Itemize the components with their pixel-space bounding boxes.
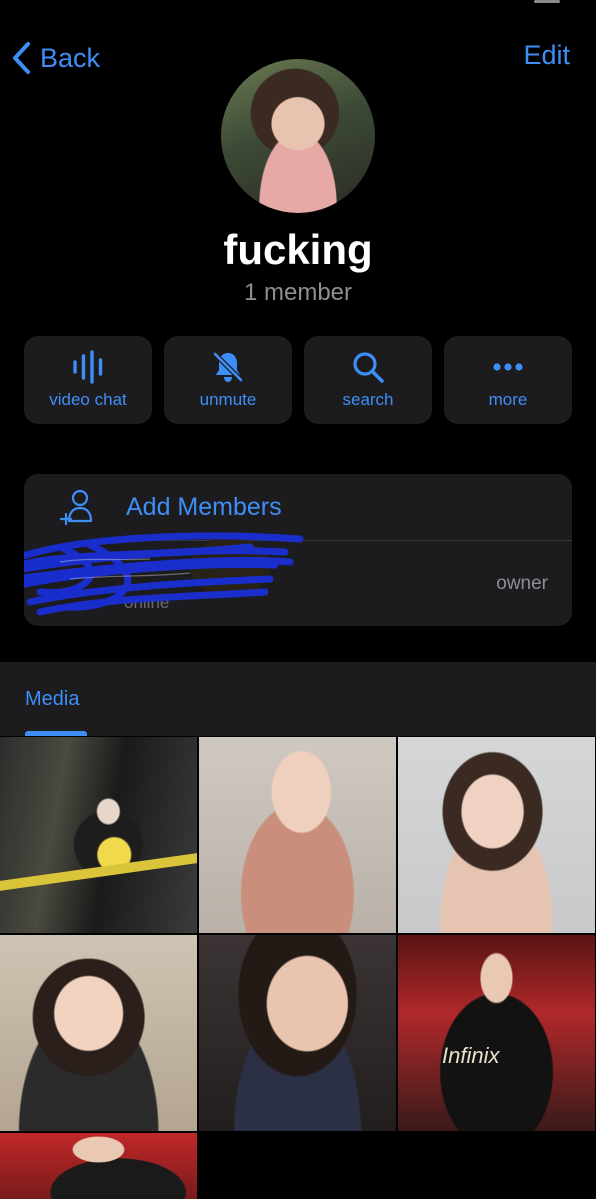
members-card: Add Members online owner bbox=[24, 474, 572, 626]
tab-media[interactable]: Media bbox=[25, 688, 79, 711]
video-chat-label: video chat bbox=[49, 390, 127, 409]
more-button[interactable]: more bbox=[444, 336, 572, 424]
unmute-button[interactable]: unmute bbox=[164, 336, 292, 424]
media-thumbnail[interactable] bbox=[398, 737, 595, 933]
redaction-scribble bbox=[24, 532, 304, 616]
media-thumbnail[interactable] bbox=[199, 935, 396, 1131]
search-icon bbox=[353, 352, 384, 383]
waveform-icon bbox=[73, 350, 103, 384]
jersey-logo-text: Infinix bbox=[442, 1043, 500, 1068]
action-buttons: video chat unmute search more bbox=[24, 336, 572, 424]
media-thumbnail[interactable] bbox=[0, 935, 197, 1131]
bell-slash-icon bbox=[213, 352, 243, 382]
tab-indicator bbox=[25, 731, 87, 736]
media-tab-bar: Media bbox=[0, 662, 596, 736]
member-role: owner bbox=[496, 573, 548, 594]
search-button[interactable]: search bbox=[304, 336, 432, 424]
unmute-label: unmute bbox=[199, 390, 257, 409]
group-title: fucking bbox=[223, 226, 373, 273]
edit-button[interactable]: Edit bbox=[523, 40, 570, 71]
media-thumbnail[interactable] bbox=[0, 1133, 197, 1199]
chevron-left-icon bbox=[13, 42, 30, 74]
status-bar-indicator bbox=[534, 0, 560, 3]
search-label: search bbox=[342, 390, 394, 409]
member-count: 1 member bbox=[243, 279, 353, 306]
media-thumbnail[interactable] bbox=[0, 737, 197, 933]
member-row[interactable]: online owner bbox=[24, 532, 572, 626]
media-thumbnail[interactable]: Infinix bbox=[398, 935, 595, 1131]
group-avatar[interactable] bbox=[221, 59, 375, 213]
more-label: more bbox=[488, 390, 528, 409]
video-chat-button[interactable]: video chat bbox=[24, 336, 152, 424]
media-thumbnail[interactable] bbox=[199, 737, 396, 933]
back-button[interactable]: Back bbox=[10, 38, 100, 78]
more-icon bbox=[493, 363, 523, 371]
back-label: Back bbox=[40, 42, 101, 73]
